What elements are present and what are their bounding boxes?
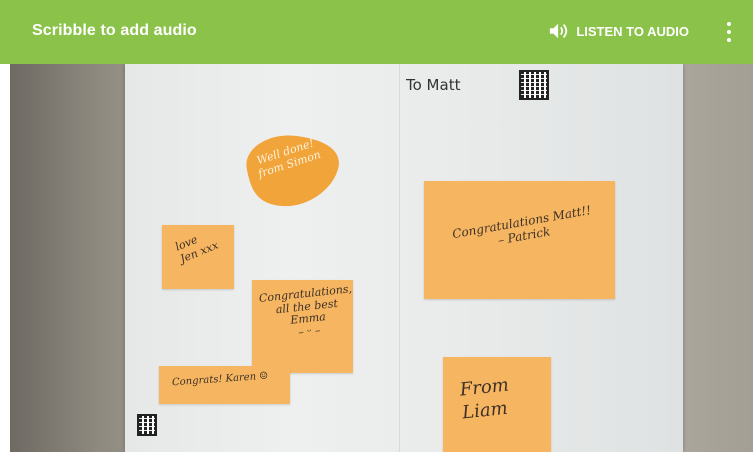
qr-code-bottom [137,414,157,436]
listen-to-audio-label: LISTEN TO AUDIO [576,23,689,39]
greeting-card: To Matt Well done! from Simon love Jen x… [125,64,683,452]
listen-to-audio-button[interactable]: LISTEN TO AUDIO [548,21,689,41]
page-title: Scribble to add audio [32,22,197,39]
note-liam-text: From Liam [458,374,510,424]
note-emma-text: Congratulations, all the best Emma – ᵕ – [258,282,353,339]
card-heading: To Matt [406,76,461,94]
card-photo: To Matt Well done! from Simon love Jen x… [10,64,753,452]
more-vert-icon[interactable] [717,16,741,48]
speaker-icon [550,23,568,39]
app-bar: Scribble to add audio LISTEN TO AUDIO [0,0,753,64]
qr-code-top [519,70,549,100]
card-fold [399,64,400,452]
